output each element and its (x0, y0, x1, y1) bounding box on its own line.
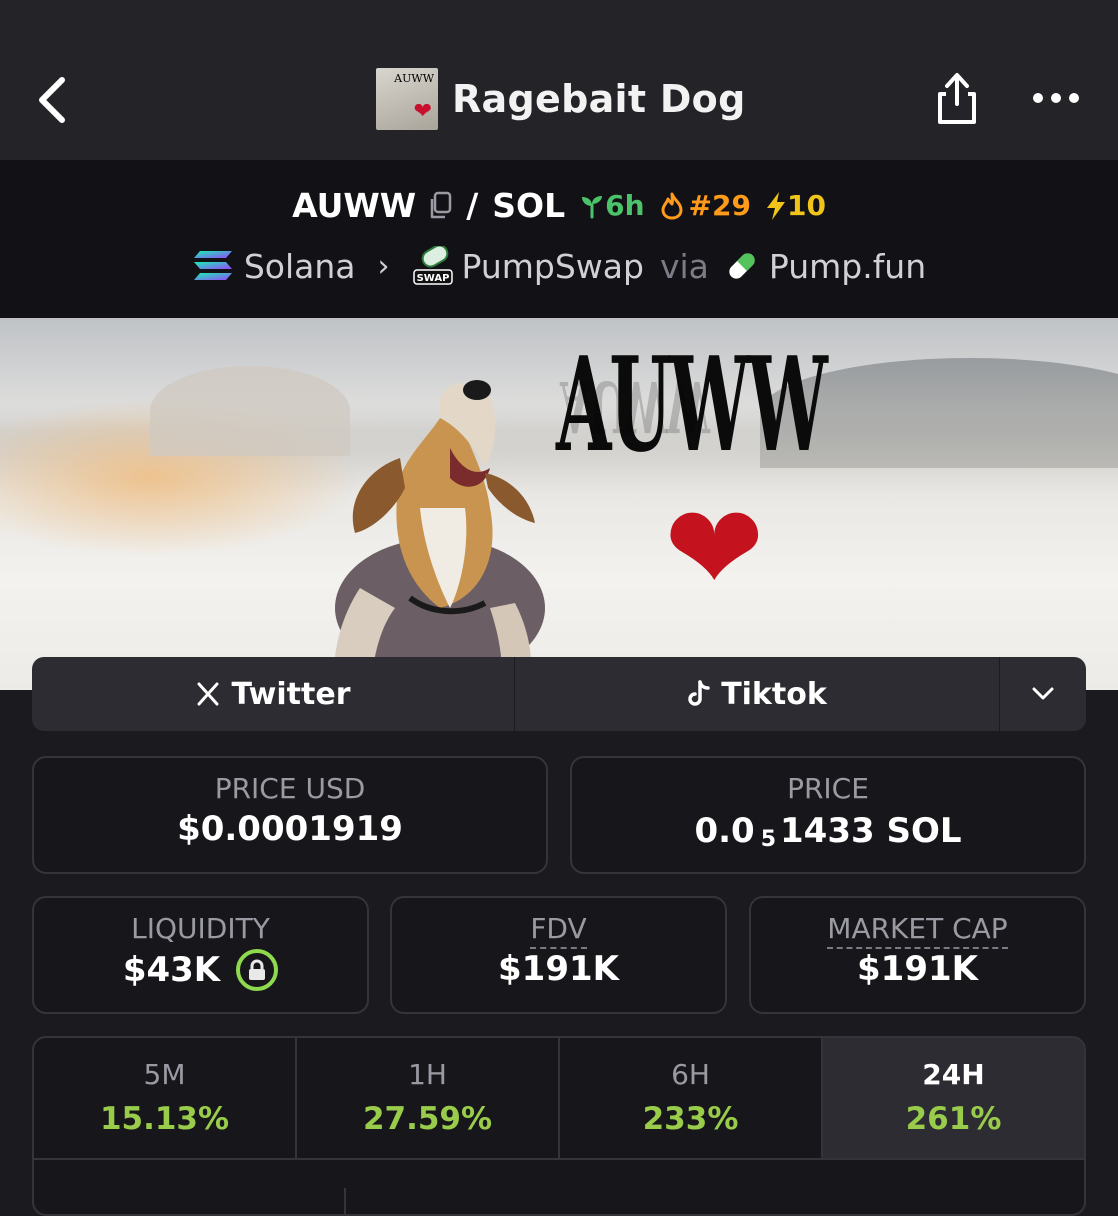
fdv-card: FDV $191K (390, 896, 727, 1014)
broken-heart-icon: ❤ (664, 480, 765, 619)
base-symbol: AUWW (292, 186, 417, 225)
tab-change-value: 233% (642, 1101, 739, 1137)
quote-symbol: SOL (492, 186, 566, 225)
twitter-label: Twitter (231, 676, 351, 712)
flame-icon (661, 192, 683, 219)
token-avatar: AUWW ❤ (376, 68, 438, 130)
token-banner-image: AUWW AUWW ❤ (0, 318, 1118, 690)
age-badge: 6h (579, 189, 645, 222)
social-links-bar: Twitter Tiktok (32, 657, 1086, 731)
x-logo-icon (197, 682, 218, 706)
divider (34, 1158, 1084, 1160)
price-sol-label: PRICE (787, 772, 869, 805)
liquidity-label: LIQUIDITY (131, 912, 270, 945)
sprout-icon (582, 195, 603, 218)
price-sol-prefix: 0.0 (694, 810, 755, 851)
more-links-dropdown[interactable] (1000, 657, 1086, 731)
lock-icon[interactable] (236, 949, 279, 991)
share-icon[interactable] (932, 68, 982, 128)
pair-info-bar (0, 160, 1118, 318)
howling-dog-illustration (333, 380, 545, 690)
tab-1h[interactable]: 1H 27.59% (297, 1038, 560, 1158)
price-usd-label: PRICE USD (214, 772, 366, 805)
token-title: AUWW ❤ Ragebait Dog (376, 68, 746, 130)
pumpfun-pill-icon[interactable] (725, 249, 759, 283)
price-usd-card: PRICE USD $0.0001919 (32, 756, 548, 874)
pair-separator: / (466, 186, 479, 225)
via-label: via (659, 246, 709, 286)
tab-label: 24H (922, 1058, 985, 1091)
svg-text:SWAP: SWAP (416, 273, 449, 284)
tab-change-value: 27.59% (362, 1101, 493, 1137)
market-cap-value: $191K (857, 949, 978, 989)
tab-24h[interactable]: 24H 261% (823, 1038, 1084, 1158)
boost-text: 10 (786, 189, 826, 222)
price-usd-value: $0.0001919 (177, 809, 403, 849)
solana-icon[interactable] (192, 249, 234, 283)
price-sol-card: PRICE 0.0 5 1433 SOL (570, 756, 1086, 874)
lightning-icon (766, 191, 785, 220)
liquidity-value-row: $43K (34, 949, 367, 991)
market-cap-label[interactable]: MARKET CAP (827, 912, 1008, 949)
tab-label: 5M (143, 1058, 186, 1091)
tiktok-icon (688, 680, 710, 706)
avatar-label: AUWW (394, 72, 434, 85)
boost-badge[interactable]: 10 (765, 189, 826, 222)
tab-change-value: 15.13% (99, 1101, 230, 1137)
chevron-right-icon: › (377, 248, 390, 284)
liquidity-value: $43K (122, 950, 221, 990)
tab-label: 6H (671, 1058, 710, 1091)
banner-text-reflection: AUWW (560, 365, 710, 448)
pair-line: AUWW / SOL 6h #29 10 (0, 186, 1118, 225)
chain-breadcrumb: Solana › SWAP PumpSwap via Pump.fun (0, 246, 1118, 286)
tab-label: 1H (408, 1058, 447, 1091)
price-sol-suffix: 1433 SOL (780, 810, 962, 851)
price-sol-value: 0.0 5 1433 SOL (572, 809, 1084, 853)
chain-name[interactable]: Solana (244, 247, 356, 286)
dex-name[interactable]: PumpSwap (462, 247, 644, 286)
broken-heart-icon: ❤ (413, 99, 432, 124)
divider (344, 1188, 346, 1214)
tab-change-value: 261% (905, 1101, 1002, 1137)
fdv-label[interactable]: FDV (530, 912, 587, 949)
liquidity-card: LIQUIDITY $43K (32, 896, 369, 1014)
tiktok-button[interactable]: Tiktok (515, 657, 1000, 731)
twitter-button[interactable]: Twitter (32, 657, 515, 731)
age-text: 6h (605, 189, 645, 222)
rank-text: #29 (688, 189, 751, 222)
price-change-tabs: 5M 15.13% 1H 27.59% 6H 233% 24H 261% (32, 1036, 1086, 1216)
tab-6h[interactable]: 6H 233% (560, 1038, 823, 1158)
page-title: Ragebait Dog (452, 77, 746, 121)
fdv-value: $191K (498, 949, 619, 989)
more-options-icon[interactable] (1032, 88, 1080, 108)
rank-badge[interactable]: #29 (659, 189, 751, 222)
chevron-down-icon (1032, 687, 1054, 700)
launchpad-name[interactable]: Pump.fun (769, 247, 926, 286)
tab-5m[interactable]: 5M 15.13% (34, 1038, 297, 1158)
pumpswap-icon[interactable]: SWAP (412, 246, 454, 286)
price-sol-zero-count: 5 (760, 827, 776, 852)
tiktok-label: Tiktok (721, 676, 827, 712)
market-cap-card: MARKET CAP $191K (749, 896, 1086, 1014)
copy-icon[interactable] (428, 191, 452, 221)
top-bar: AUWW ❤ Ragebait Dog (0, 0, 1118, 160)
back-chevron-icon[interactable] (30, 70, 80, 130)
